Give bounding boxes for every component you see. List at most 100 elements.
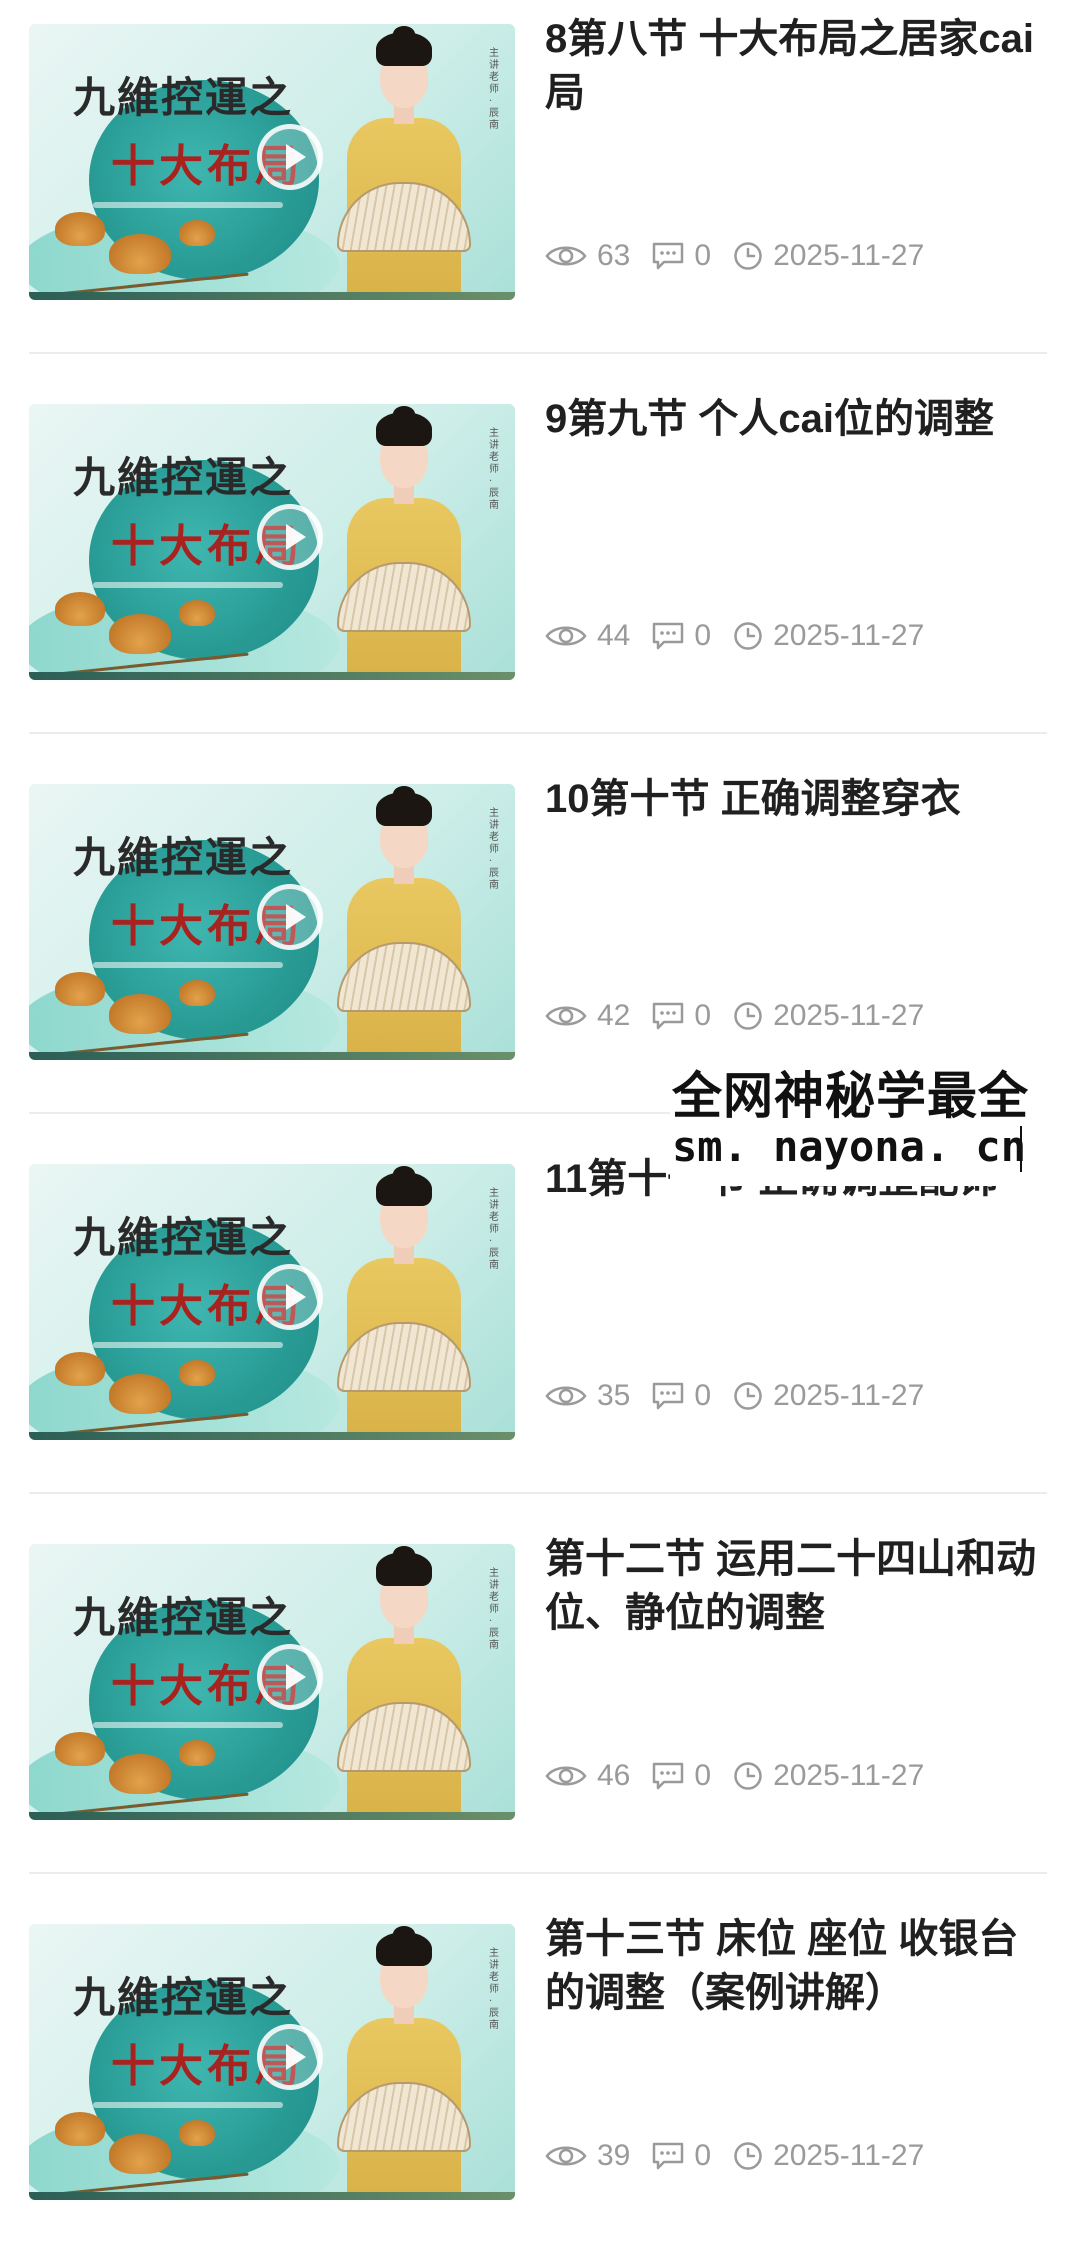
comments-count: 0	[694, 619, 712, 652]
item-divider	[29, 352, 1047, 354]
presenter-image	[329, 1166, 479, 1440]
eye-icon	[545, 2143, 587, 2169]
play-button[interactable]	[257, 2024, 323, 2090]
comment-icon	[652, 2142, 684, 2170]
clock-icon	[733, 1761, 763, 1791]
thumbnail-bottom-band	[29, 292, 515, 300]
thumbnail-vertical-caption: 主讲老师·辰南	[489, 808, 499, 891]
video-thumbnail[interactable]: 九維控運之 十大布局 主讲老师·辰南	[29, 404, 515, 680]
item-title[interactable]: 第十三节 床位 座位 收银台的调整（案例讲解）	[545, 1912, 1045, 2020]
thumbnail-title-line1: 九維控運之	[73, 1213, 294, 1262]
thumbnail-title-line1: 九維控運之	[73, 1973, 294, 2022]
item-title[interactable]: 8第八节 十大布局之居家cai局	[545, 12, 1045, 120]
play-icon	[286, 1664, 306, 1690]
item-meta: 63 0 2025-11-27	[545, 236, 924, 276]
presenter-hair-bun	[393, 1166, 415, 1182]
thumbnail-subtitle-bar	[93, 1342, 283, 1348]
lotus-icon	[179, 2120, 215, 2146]
lotus-icon	[55, 972, 105, 1006]
views-count: 42	[597, 999, 631, 1032]
clock-icon	[733, 621, 763, 651]
comment-icon	[652, 622, 684, 650]
item-divider	[29, 1492, 1047, 1494]
play-button[interactable]	[257, 504, 323, 570]
item-divider	[29, 732, 1047, 734]
thumbnail-title-line1: 九維控運之	[73, 73, 294, 122]
thumbnail-bottom-band	[29, 672, 515, 680]
views-count: 39	[597, 2139, 631, 2172]
presenter-hair-bun	[393, 26, 415, 42]
eye-icon	[545, 1383, 587, 1409]
thumbnail-title-line1: 九維控運之	[73, 453, 294, 502]
thumbnail-subtitle-bar	[93, 582, 283, 588]
publish-date: 2025-11-27	[773, 2139, 925, 2172]
play-icon	[286, 2044, 306, 2070]
lotus-icon	[109, 614, 171, 654]
play-button[interactable]	[257, 884, 323, 950]
watermark: 全网神秘学最全 sm. nayona. cn	[670, 1056, 1076, 1186]
play-icon	[286, 1284, 306, 1310]
item-meta: 46 0 2025-11-27	[545, 1756, 924, 1796]
lotus-icon	[179, 220, 215, 246]
watermark-line1: 全网神秘学最全	[672, 1067, 1029, 1125]
views-count: 63	[597, 239, 631, 272]
publish-date: 2025-11-27	[773, 1759, 925, 1792]
list-item[interactable]: 九維控運之 十大布局 主讲老师·辰南 第十二节 运用二十四山和动位、静位的调整 …	[0, 1520, 1076, 1900]
thumbnail-bottom-band	[29, 1052, 515, 1060]
play-button[interactable]	[257, 124, 323, 190]
comments-count: 0	[694, 999, 712, 1032]
list-item[interactable]: 九維控運之 十大布局 主讲老师·辰南 11第十一节 正确调整配饰 35	[0, 1140, 1076, 1520]
lotus-icon	[55, 212, 105, 246]
lotus-icon	[55, 1352, 105, 1386]
lotus-icon	[109, 1754, 171, 1794]
thumbnail-bottom-band	[29, 2192, 515, 2200]
lotus-icon	[179, 1360, 215, 1386]
video-thumbnail[interactable]: 九維控運之 十大布局 主讲老师·辰南	[29, 1164, 515, 1440]
lotus-icon	[55, 1732, 105, 1766]
comments-count: 0	[694, 239, 712, 272]
eye-icon	[545, 1003, 587, 1029]
lotus-icon	[179, 600, 215, 626]
video-thumbnail[interactable]: 九維控運之 十大布局 主讲老师·辰南	[29, 784, 515, 1060]
lotus-icon	[109, 234, 171, 274]
list-item[interactable]: 九維控運之 十大布局 主讲老师·辰南 8第八节 十大布局之居家cai局 63 0…	[0, 0, 1076, 380]
thumbnail-vertical-caption: 主讲老师·辰南	[489, 1188, 499, 1271]
item-title[interactable]: 10第十节 正确调整穿衣	[545, 772, 1045, 826]
views-count: 35	[597, 1379, 631, 1412]
thumbnail-subtitle-bar	[93, 202, 283, 208]
video-thumbnail[interactable]: 九維控運之 十大布局 主讲老师·辰南	[29, 24, 515, 300]
item-meta: 39 0 2025-11-27	[545, 2136, 924, 2176]
thumbnail-title-line1: 九維控運之	[73, 1593, 294, 1642]
item-title[interactable]: 9第九节 个人cai位的调整	[545, 392, 1045, 446]
thumbnail-subtitle-bar	[93, 1722, 283, 1728]
views-count: 46	[597, 1759, 631, 1792]
clock-icon	[733, 1001, 763, 1031]
thumbnail-bottom-band	[29, 1812, 515, 1820]
item-meta: 35 0 2025-11-27	[545, 1376, 924, 1416]
clock-icon	[733, 2141, 763, 2171]
video-thumbnail[interactable]: 九維控運之 十大布局 主讲老师·辰南	[29, 1544, 515, 1820]
thumbnail-subtitle-bar	[93, 962, 283, 968]
item-title[interactable]: 第十二节 运用二十四山和动位、静位的调整	[545, 1532, 1045, 1640]
thumbnail-vertical-caption: 主讲老师·辰南	[489, 48, 499, 131]
play-button[interactable]	[257, 1264, 323, 1330]
lotus-icon	[55, 592, 105, 626]
publish-date: 2025-11-27	[773, 239, 925, 272]
play-button[interactable]	[257, 1644, 323, 1710]
thumbnail-vertical-caption: 主讲老师·辰南	[489, 1568, 499, 1651]
presenter-hair-bun	[393, 1546, 415, 1562]
play-icon	[286, 144, 306, 170]
list-item[interactable]: 九維控運之 十大布局 主讲老师·辰南 第十三节 床位 座位 收银台的调整（案例讲…	[0, 1900, 1076, 2244]
video-thumbnail[interactable]: 九維控運之 十大布局 主讲老师·辰南	[29, 1924, 515, 2200]
comment-icon	[652, 1002, 684, 1030]
eye-icon	[545, 243, 587, 269]
views-count: 44	[597, 619, 631, 652]
list-item[interactable]: 九維控運之 十大布局 主讲老师·辰南 9第九节 个人cai位的调整 44 0 2…	[0, 380, 1076, 760]
publish-date: 2025-11-27	[773, 1379, 925, 1412]
presenter-hair-bun	[393, 786, 415, 802]
lotus-icon	[109, 2134, 171, 2174]
presenter-hair-bun	[393, 1926, 415, 1942]
lotus-icon	[55, 2112, 105, 2146]
comment-icon	[652, 242, 684, 270]
thumbnail-subtitle-bar	[93, 2102, 283, 2108]
